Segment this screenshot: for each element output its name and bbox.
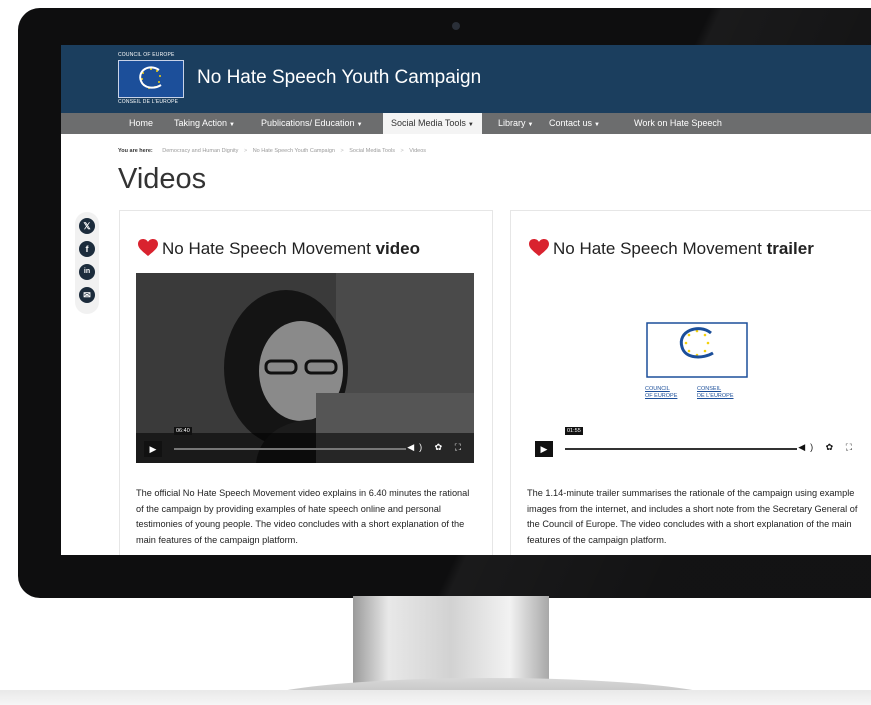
progress-bar[interactable] (565, 448, 797, 450)
camera-icon (452, 22, 460, 30)
browser-screen: COUNCIL OF EUROPE CONSEIL DE L'EUROPE No… (61, 45, 871, 555)
breadcrumb: You are here: Democracy and Human Dignit… (118, 148, 426, 154)
video-card: No Hate Speech Movement video ▶ 06:40 ◀)… (119, 210, 493, 555)
video-player[interactable]: ▶ 06:40 ◀) ✿ ⛶ (136, 273, 474, 463)
player-settings-icons[interactable]: ◀) ✿ ⛶ (407, 442, 466, 453)
nav-item-work-on-hate-speech[interactable]: Work on Hate Speech (634, 113, 722, 134)
nav-item-taking-action[interactable]: Taking Action ▼ (174, 113, 235, 134)
trailer-description: The 1.14-minute trailer summarises the r… (527, 488, 858, 545)
video-player[interactable]: COUNCIL OF EUROPE CONSEIL DE L'EUROPE ▶ … (527, 273, 865, 463)
facebook-icon[interactable]: f (79, 241, 95, 257)
nav-item-publications[interactable]: Publications/ Education ▼ (261, 113, 363, 134)
monitor-stand (353, 596, 549, 686)
council-of-europe-logo[interactable]: COUNCIL OF EUROPE CONSEIL DE L'EUROPE (118, 52, 184, 106)
chevron-down-icon: ▼ (229, 122, 235, 128)
breadcrumb-prefix: You are here: (118, 148, 153, 154)
nav-item-contact-us[interactable]: Contact us ▼ (549, 113, 600, 134)
card-title: No Hate Speech Movement video (138, 239, 420, 259)
play-icon[interactable]: ▶ (144, 441, 162, 457)
heart-icon (529, 239, 549, 256)
chevron-down-icon: ▼ (356, 122, 363, 128)
breadcrumb-item[interactable]: Social Media Tools (349, 148, 395, 154)
chevron-down-icon: ▼ (594, 122, 600, 128)
breadcrumb-item[interactable]: No Hate Speech Youth Campaign (253, 148, 335, 154)
linkedin-icon[interactable]: in (79, 264, 95, 280)
nav-item-library[interactable]: Library ▼ (498, 113, 533, 134)
nav-item-home[interactable]: Home (129, 113, 153, 134)
logo-text-bottom: CONSEIL DE L'EUROPE (118, 99, 179, 105)
card-title: No Hate Speech Movement trailer (529, 239, 814, 259)
video-description: The official No Hate Speech Movement vid… (136, 488, 470, 545)
logo-caption-left: COUNCIL OF EUROPE (645, 386, 678, 399)
site-header: COUNCIL OF EUROPE CONSEIL DE L'EUROPE No… (61, 45, 871, 113)
video-time: 06:40 (174, 427, 192, 435)
main-nav: Home Taking Action ▼ Publications/ Educat… (61, 113, 871, 134)
play-icon[interactable]: ▶ (535, 441, 553, 457)
video-controls: ▶ 01:55 ◀) ✿ ⛶ (527, 427, 865, 463)
breadcrumb-item[interactable]: Democracy and Human Dignity (162, 148, 238, 154)
video-time: 01:55 (565, 427, 583, 435)
chevron-down-icon: ▼ (527, 122, 534, 128)
floor-shadow (0, 690, 871, 705)
progress-bar[interactable] (174, 448, 406, 450)
logo-caption-right: CONSEIL DE L'EUROPE (697, 386, 734, 399)
x-icon[interactable]: 𝕏 (79, 218, 95, 234)
logo-text-top: COUNCIL OF EUROPE (118, 52, 175, 58)
logo-flag-icon (118, 60, 184, 98)
trailer-card: No Hate Speech Movement trailer COUNCIL … (510, 210, 871, 555)
site-title[interactable]: No Hate Speech Youth Campaign (197, 67, 481, 89)
chevron-down-icon: ▼ (467, 122, 474, 128)
nav-item-social-media-tools[interactable]: Social Media Tools ▼ (383, 113, 482, 134)
video-controls: ▶ 06:40 ◀) ✿ ⛶ (136, 427, 474, 463)
player-settings-icons[interactable]: ◀) ✿ ⛶ (798, 442, 857, 453)
breadcrumb-item: Videos (409, 148, 426, 154)
email-icon[interactable]: ✉ (79, 287, 95, 303)
share-bar: 𝕏 f in ✉ (75, 212, 99, 314)
heart-icon (138, 239, 158, 256)
page-title: Videos (118, 163, 207, 195)
